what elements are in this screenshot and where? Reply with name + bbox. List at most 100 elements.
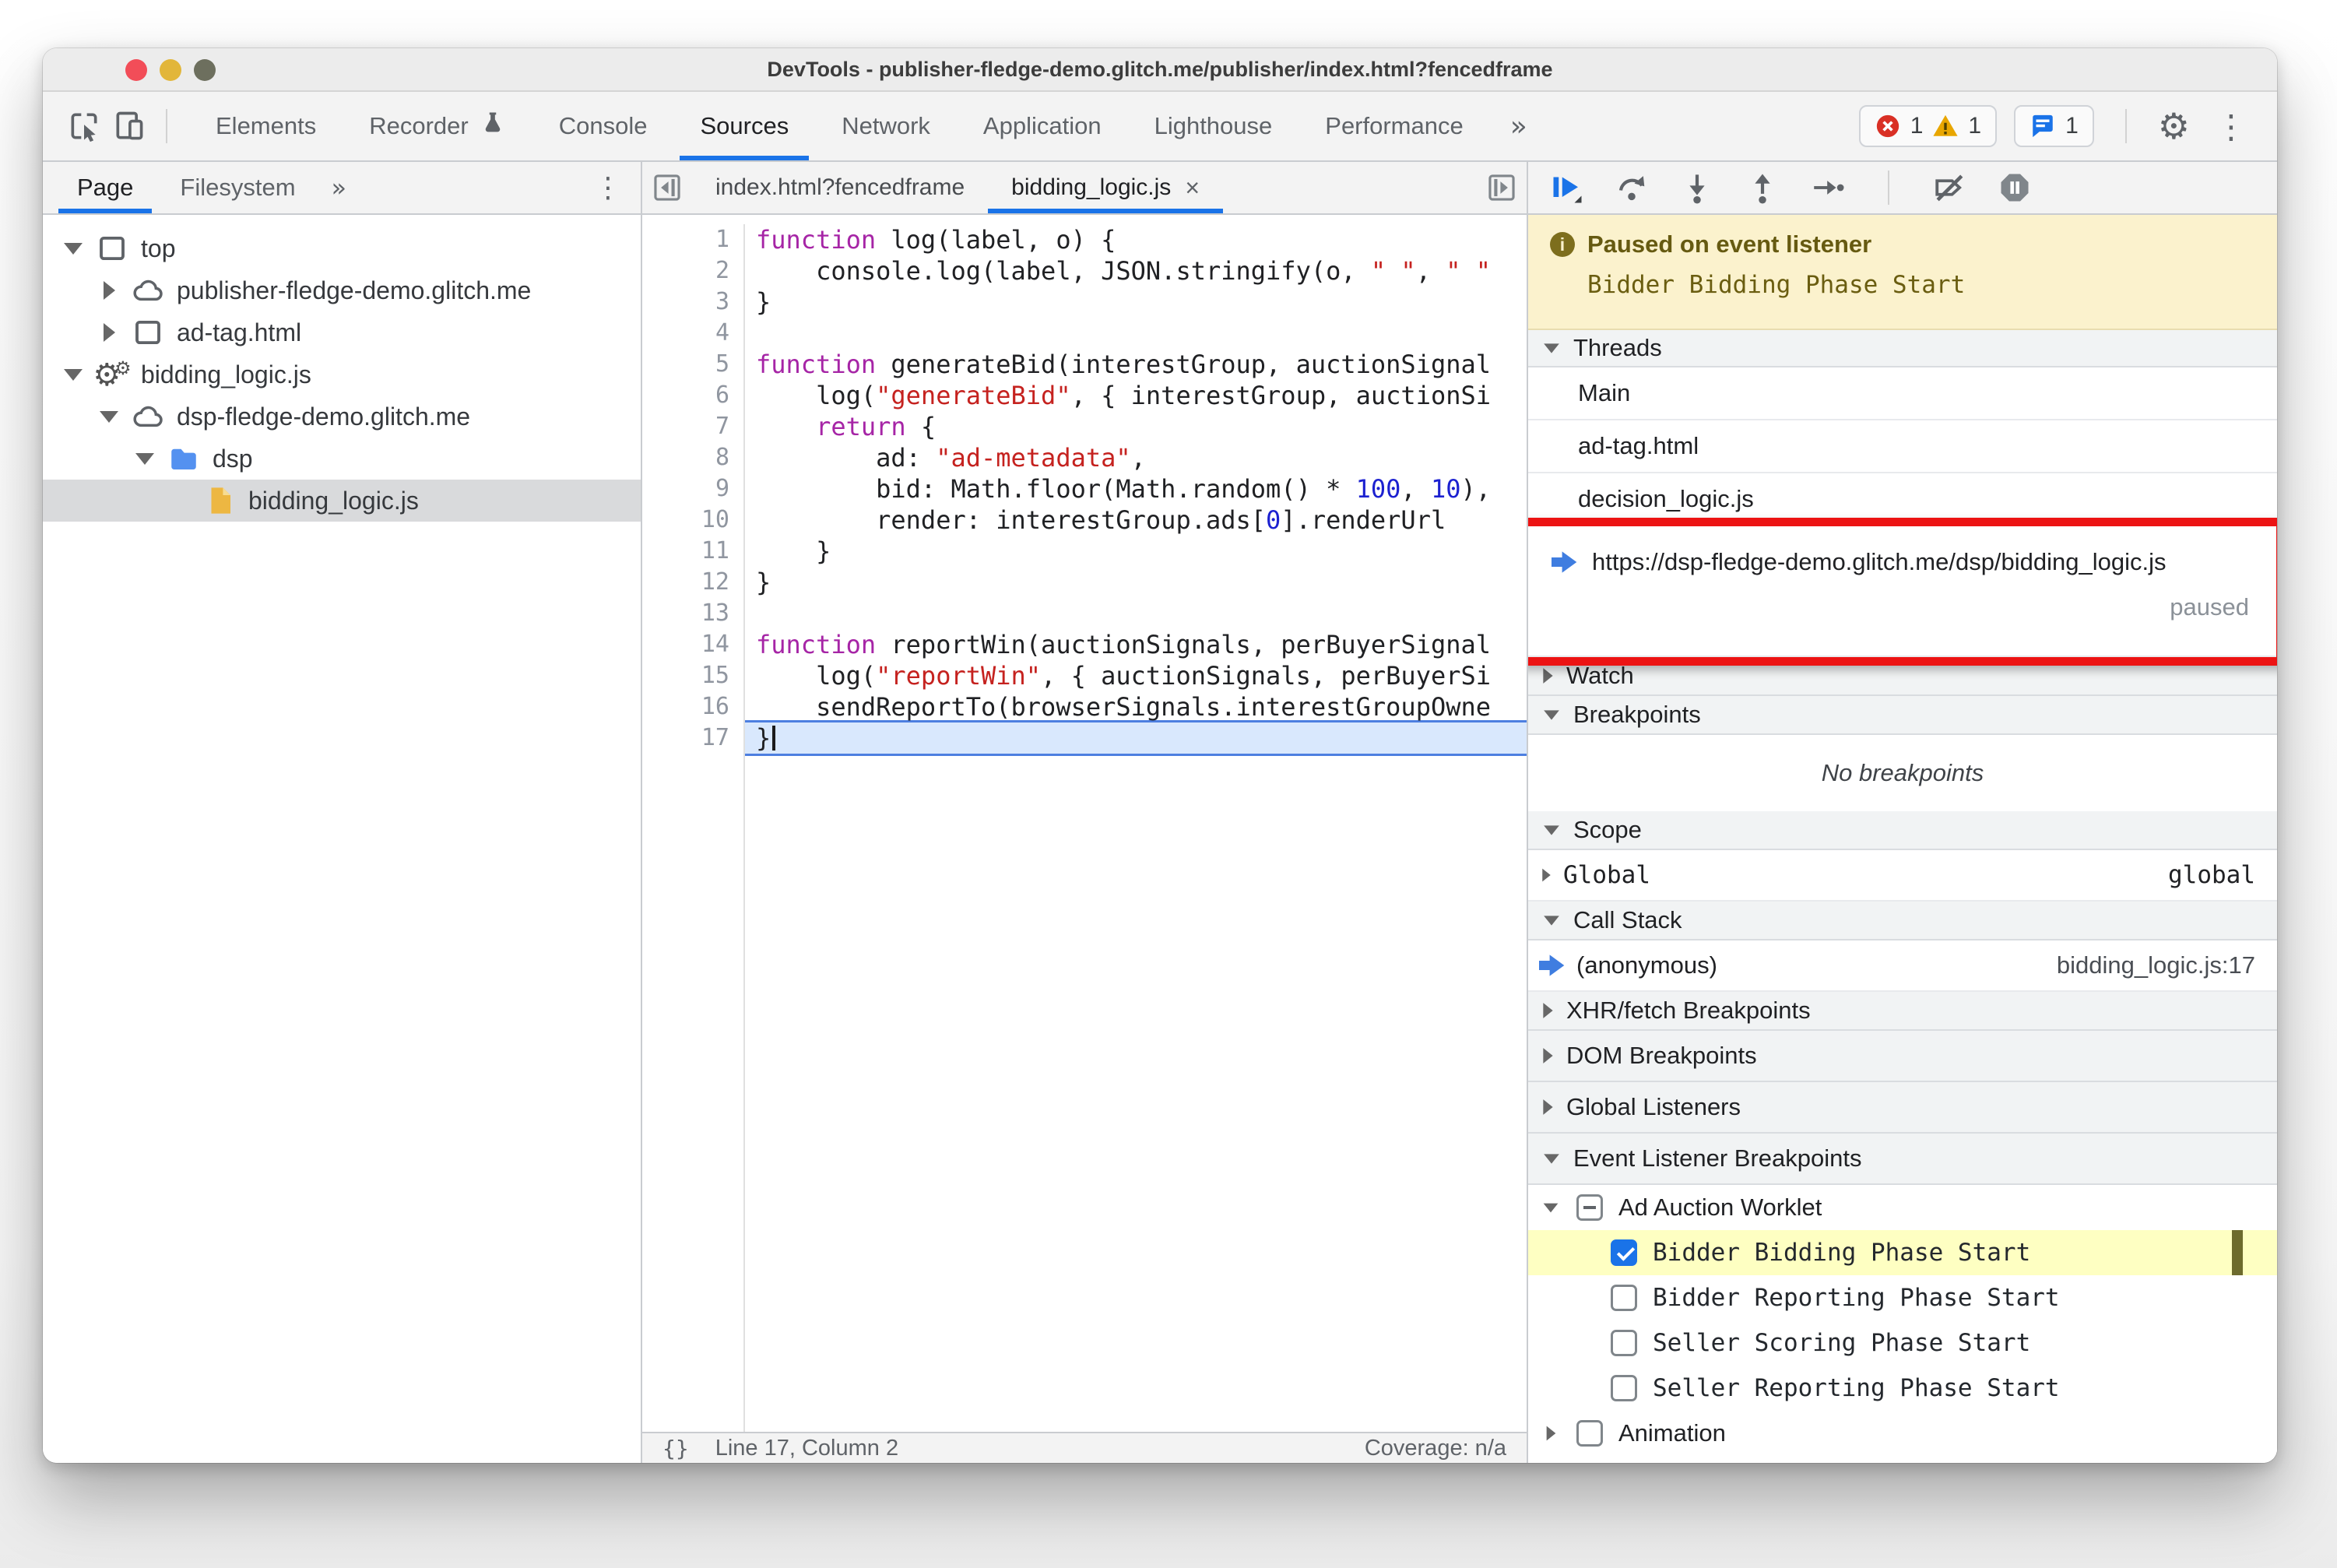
settings-gear-icon[interactable]: ⚙ — [2158, 105, 2190, 147]
device-toolbar-icon[interactable] — [107, 104, 152, 149]
pause-on-exceptions-button[interactable] — [1995, 168, 2034, 207]
global-listeners-section-header[interactable]: Global Listeners — [1528, 1082, 2277, 1134]
errors-warnings-badge[interactable]: 1 1 — [1858, 105, 1998, 147]
chevron-down-icon[interactable] — [63, 242, 83, 255]
elb-group-animation[interactable]: Animation — [1528, 1411, 2277, 1456]
more-tabs-icon[interactable]: » — [1490, 111, 1548, 142]
chevron-down-icon[interactable] — [99, 410, 119, 423]
scope-global-row[interactable]: Global global — [1528, 850, 2277, 902]
code-line[interactable]: bid: Math.floor(Math.random() * 100, 10)… — [745, 473, 1527, 505]
tree-item-ad-tag-html[interactable]: ad-tag.html — [43, 311, 641, 353]
chevron-right-icon[interactable] — [99, 323, 119, 342]
line-number[interactable]: 4 — [642, 318, 729, 349]
editor-tab-index-html-fencedframe[interactable]: index.html?fencedframe — [692, 162, 988, 213]
line-number[interactable]: 17 — [642, 722, 729, 754]
thread-item[interactable]: Main — [1528, 367, 2277, 420]
code-line[interactable] — [745, 318, 1527, 349]
navigator-tab-filesystem[interactable]: Filesystem — [156, 162, 318, 213]
minimize-window-button[interactable] — [160, 59, 181, 81]
code-line[interactable]: function generateBid(interestGroup, auct… — [745, 349, 1527, 380]
line-number[interactable]: 8 — [642, 442, 729, 473]
call-stack-section-header[interactable]: Call Stack — [1528, 902, 2277, 940]
elb-group-canvas[interactable]: Canvas — [1528, 1456, 2277, 1463]
code-line[interactable]: render: interestGroup.ads[0].renderUrl — [745, 505, 1527, 536]
tab-sources[interactable]: Sources — [673, 92, 815, 160]
thread-item[interactable]: decision_logic.js — [1528, 473, 2277, 526]
threads-section-header[interactable]: Threads — [1528, 330, 2277, 367]
checkbox[interactable] — [1576, 1420, 1603, 1447]
line-number[interactable]: 14 — [642, 629, 729, 660]
step-over-button[interactable] — [1612, 168, 1651, 207]
thread-item[interactable]: ad-tag.html — [1528, 420, 2277, 473]
code-line[interactable]: } — [745, 536, 1527, 567]
line-number[interactable]: 3 — [642, 287, 729, 318]
code-line[interactable]: log("generateBid", { interestGroup, auct… — [745, 380, 1527, 411]
chevron-right-icon[interactable] — [1541, 1424, 1561, 1443]
breakpoints-section-header[interactable]: Breakpoints — [1528, 696, 2277, 735]
line-number[interactable]: 5 — [642, 349, 729, 380]
elb-item-seller-scoring-phase-start[interactable]: Seller Scoring Phase Start — [1528, 1320, 2277, 1366]
navigator-tab-page[interactable]: Page — [54, 162, 156, 213]
zoom-window-button[interactable] — [194, 59, 216, 81]
chevron-down-icon[interactable] — [1541, 1202, 1561, 1214]
code-line[interactable]: function reportWin(auctionSignals, perBu… — [745, 629, 1527, 660]
dom-breakpoints-section-header[interactable]: DOM Breakpoints — [1528, 1031, 2277, 1082]
code-line[interactable]: ad: "ad-metadata", — [745, 442, 1527, 473]
more-options-kebab-icon[interactable]: ⋮ — [2207, 107, 2255, 146]
checkbox[interactable] — [1576, 1194, 1603, 1221]
line-number[interactable]: 12 — [642, 567, 729, 598]
call-stack-frame[interactable]: (anonymous) bidding_logic.js:17 — [1528, 940, 2277, 992]
line-number[interactable]: 9 — [642, 473, 729, 505]
line-number[interactable]: 16 — [642, 691, 729, 722]
line-number[interactable]: 6 — [642, 380, 729, 411]
chevron-down-icon[interactable] — [135, 452, 155, 465]
xhr-breakpoints-section-header[interactable]: XHR/fetch Breakpoints — [1528, 992, 2277, 1031]
show-debugger-sidebar-icon[interactable] — [1477, 162, 1527, 213]
code-line[interactable] — [745, 598, 1527, 629]
tab-elements[interactable]: Elements — [189, 92, 343, 160]
line-number[interactable]: 2 — [642, 255, 729, 287]
line-number[interactable]: 1 — [642, 224, 729, 255]
code-line[interactable]: function log(label, o) { — [745, 224, 1527, 255]
line-number-gutter[interactable]: 1 2 3 4 5 6 7 8 9 10 11 12 13 14 15 16 17 — [642, 224, 745, 1432]
tab-performance[interactable]: Performance — [1299, 92, 1489, 160]
tab-application[interactable]: Application — [957, 92, 1128, 160]
chevron-down-icon[interactable] — [63, 368, 83, 381]
code-line[interactable]: sendReportTo(browserSignals.interestGrou… — [745, 691, 1527, 722]
line-number[interactable]: 10 — [642, 505, 729, 536]
inspect-element-icon[interactable] — [62, 104, 107, 149]
checkbox[interactable] — [1611, 1239, 1637, 1266]
elb-item-bidder-bidding-phase-start[interactable]: Bidder Bidding Phase Start — [1528, 1230, 2277, 1275]
tree-item-dsp-fledge-demo-glitch-me[interactable]: dsp-fledge-demo.glitch.me — [43, 396, 641, 438]
elb-item-seller-reporting-phase-start[interactable]: Seller Reporting Phase Start — [1528, 1366, 2277, 1411]
tree-item-bidding-logic-js[interactable]: ⚙︎⚙︎ bidding_logic.js — [43, 353, 641, 396]
step-into-button[interactable] — [1678, 168, 1717, 207]
tab-lighthouse[interactable]: Lighthouse — [1128, 92, 1299, 160]
elb-item-bidder-reporting-phase-start[interactable]: Bidder Reporting Phase Start — [1528, 1275, 2277, 1320]
checkbox[interactable] — [1611, 1375, 1637, 1401]
code-line[interactable]: } — [745, 287, 1527, 318]
code-line-current[interactable]: } — [745, 720, 1527, 756]
step-out-button[interactable] — [1743, 168, 1782, 207]
code-lines[interactable]: function log(label, o) { console.log(lab… — [745, 224, 1527, 1432]
checkbox[interactable] — [1611, 1285, 1637, 1311]
issues-badge[interactable]: 1 — [2014, 105, 2094, 147]
close-tab-icon[interactable]: × — [1185, 174, 1200, 202]
line-number[interactable]: 11 — [642, 536, 729, 567]
tab-console[interactable]: Console — [532, 92, 674, 160]
pretty-print-icon[interactable]: {} — [662, 1436, 689, 1461]
line-number[interactable]: 13 — [642, 598, 729, 629]
code-line[interactable]: log("reportWin", { auctionSignals, perBu… — [745, 660, 1527, 691]
tree-item-dsp[interactable]: dsp — [43, 438, 641, 480]
code-line[interactable]: console.log(label, JSON.stringify(o, " "… — [745, 255, 1527, 287]
thread-item-current[interactable]: https://dsp-fledge-demo.glitch.me/dsp/bi… — [1528, 526, 2277, 657]
elb-group-ad-auction-worklet[interactable]: Ad Auction Worklet — [1528, 1185, 2277, 1230]
deactivate-breakpoints-button[interactable] — [1930, 168, 1969, 207]
code-line[interactable]: return { — [745, 411, 1527, 442]
code-editor[interactable]: 1 2 3 4 5 6 7 8 9 10 11 12 13 14 15 16 17 function log(l… — [642, 215, 1527, 1432]
hide-navigator-icon[interactable] — [642, 162, 692, 213]
resume-script-button[interactable] — [1547, 168, 1586, 207]
chevron-right-icon[interactable] — [99, 281, 119, 300]
watch-section-header[interactable]: Watch — [1528, 657, 2277, 696]
line-number[interactable]: 15 — [642, 660, 729, 691]
